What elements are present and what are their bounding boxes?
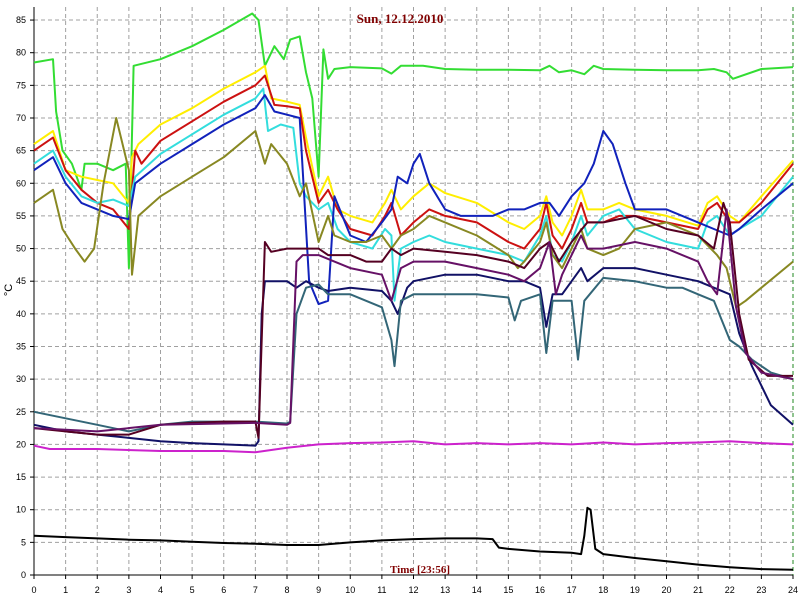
y-tick-label: 15	[16, 472, 26, 482]
x-tick-label: 9	[316, 585, 321, 595]
y-tick-label: 5	[21, 537, 26, 547]
y-tick-label: 65	[16, 146, 26, 156]
x-tick-label: 5	[190, 585, 195, 595]
y-tick-label: 55	[16, 211, 26, 221]
x-tick-label: 11	[377, 585, 386, 595]
y-tick-label: 85	[16, 15, 26, 25]
x-tick-label: 4	[158, 585, 163, 595]
y-tick-label: 80	[16, 48, 26, 58]
x-tick-label: 7	[253, 585, 258, 595]
x-tick-label: 23	[756, 585, 766, 595]
y-tick-label: 45	[16, 276, 26, 286]
x-tick-label: 14	[472, 585, 482, 595]
y-tick-label: 30	[16, 374, 26, 384]
x-tick-label: 13	[440, 585, 450, 595]
x-tick-label: 17	[567, 585, 577, 595]
chart-title: Sun, 12.12.2010	[357, 11, 444, 26]
y-tick-label: 50	[16, 244, 26, 254]
x-tick-label: 1	[63, 585, 68, 595]
x-tick-label: 0	[31, 585, 36, 595]
y-tick-label: 25	[16, 407, 26, 417]
x-tick-label: 18	[598, 585, 608, 595]
x-tick-label: 8	[284, 585, 289, 595]
x-tick-label: 12	[408, 585, 418, 595]
x-tick-label: 15	[503, 585, 513, 595]
x-tick-label: 2	[95, 585, 100, 595]
x-tick-label: 19	[630, 585, 640, 595]
y-tick-label: 75	[16, 80, 26, 90]
y-tick-label: 20	[16, 439, 26, 449]
y-tick-label: 60	[16, 178, 26, 188]
x-tick-label: 10	[345, 585, 355, 595]
x-tick-label: 6	[221, 585, 226, 595]
y-tick-label: 35	[16, 341, 26, 351]
y-tick-label: 70	[16, 113, 26, 123]
y-axis-label: °C	[3, 284, 15, 296]
x-tick-label: 21	[693, 585, 703, 595]
x-axis-label: Time [23:56]	[390, 564, 450, 576]
y-tick-label: 0	[21, 570, 26, 580]
x-tick-label: 20	[661, 585, 671, 595]
x-tick-label: 3	[126, 585, 131, 595]
line-chart: 0510152025303540455055606570758085 01234…	[0, 0, 800, 600]
y-tick-label: 10	[16, 505, 26, 515]
x-tick-label: 24	[788, 585, 798, 595]
y-tick-label: 40	[16, 309, 26, 319]
x-tick-label: 16	[535, 585, 545, 595]
x-tick-label: 22	[725, 585, 735, 595]
chart-stage: 0 5 10 15 20 25 30 35 40 45 50 55 60 65 70 75 80 85 01234…	[0, 0, 800, 600]
